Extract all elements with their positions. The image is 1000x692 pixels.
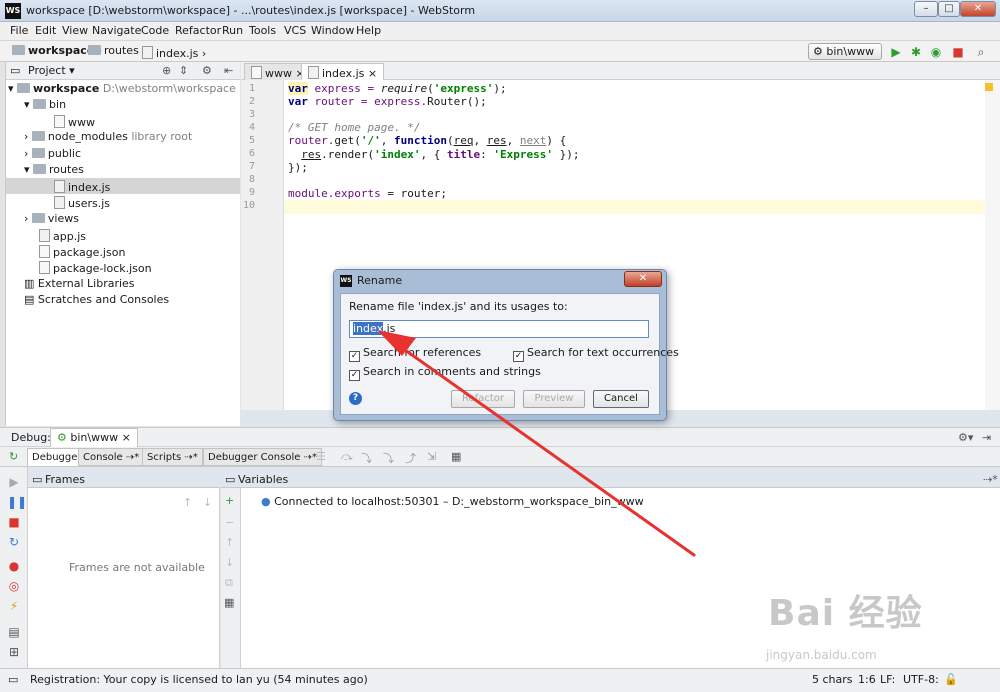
arrow-shaft (396, 343, 696, 557)
annotation-arrow (377, 330, 696, 557)
